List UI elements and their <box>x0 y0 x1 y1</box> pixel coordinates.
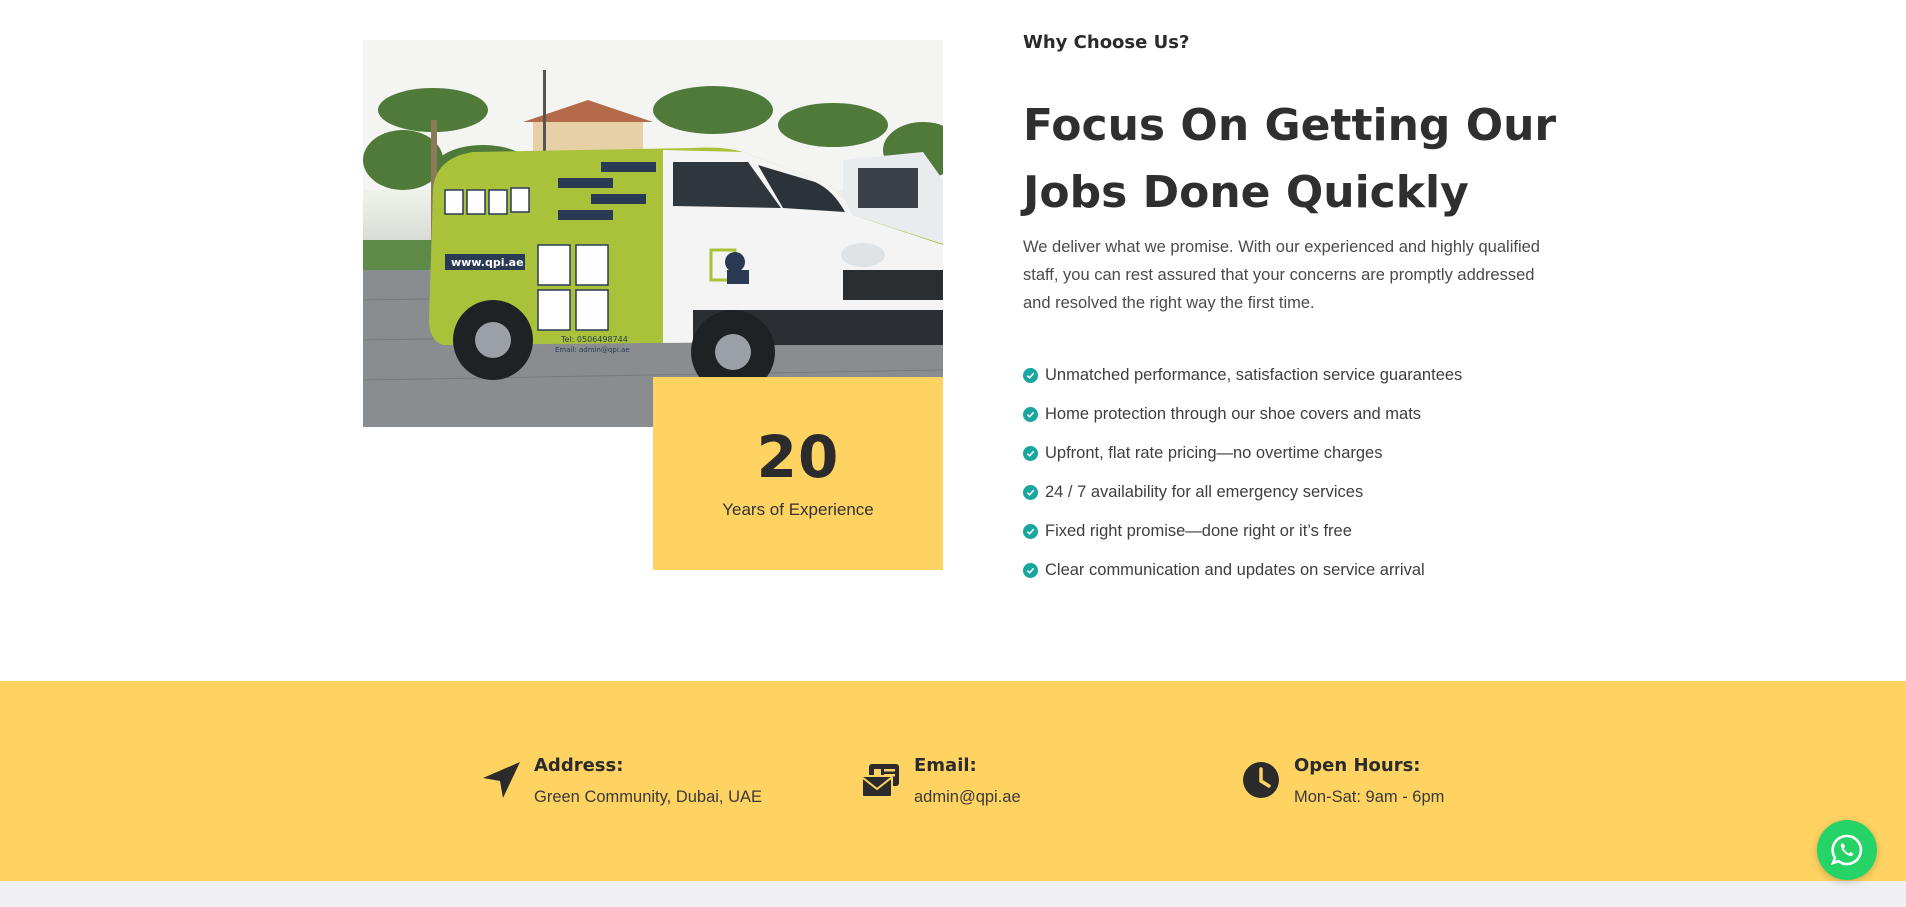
van-phone-text: Tel: 0506498744 <box>560 335 628 344</box>
why-choose-us-section: www.qpi.ae Tel: 0506498744 Email: admin@… <box>0 0 1906 680</box>
feature-item: Clear communication and updates on servi… <box>1023 551 1462 590</box>
feature-text: Home protection through our shoe covers … <box>1045 405 1422 423</box>
section-intro: We deliver what we promise. With our exp… <box>1023 238 1540 312</box>
envelope-card-icon <box>861 764 899 798</box>
email-title: Email: <box>914 755 977 776</box>
hours-title: Open Hours: <box>1294 755 1421 776</box>
footer-edge <box>0 881 1906 907</box>
check-circle-icon <box>1023 407 1038 422</box>
feature-text: Fixed right promise—done right or it’s f… <box>1045 522 1352 540</box>
address-title: Address: <box>534 755 624 776</box>
experience-badge: 20 Years of Experience <box>653 377 943 570</box>
section-eyebrow: Why Choose Us? <box>1023 32 1190 53</box>
feature-text: Unmatched performance, satisfaction serv… <box>1045 366 1463 384</box>
experience-years-number: 20 <box>756 422 840 491</box>
van-website-text: www.qpi.ae <box>451 256 524 269</box>
whatsapp-chat-button[interactable] <box>1817 820 1877 880</box>
email-value[interactable]: admin@qpi.ae <box>914 788 1021 807</box>
service-van-photo: www.qpi.ae Tel: 0506498744 Email: admin@… <box>363 40 943 427</box>
check-circle-icon <box>1023 563 1038 578</box>
section-heading: Focus On Getting Our Jobs Done Quickly <box>1023 100 1557 218</box>
check-circle-icon <box>1023 524 1038 539</box>
feature-item: 24 / 7 availability for all emergency se… <box>1023 473 1462 512</box>
check-circle-icon <box>1023 368 1038 383</box>
feature-text: Clear communication and updates on servi… <box>1045 561 1425 579</box>
feature-item: Unmatched performance, satisfaction serv… <box>1023 356 1462 395</box>
feature-list: Unmatched performance, satisfaction serv… <box>1023 356 1462 590</box>
check-circle-icon <box>1023 446 1038 461</box>
address-value: Green Community, Dubai, UAE <box>534 788 763 806</box>
contact-address: Address: Green Community, Dubai, UAE <box>480 751 762 807</box>
whatsapp-icon <box>1830 834 1863 866</box>
feature-item: Fixed right promise—done right or it’s f… <box>1023 512 1462 551</box>
hours-value: Mon-Sat: 9am - 6pm <box>1294 788 1445 806</box>
feature-item: Upfront, flat rate pricing—no overtime c… <box>1023 434 1462 473</box>
check-circle-icon <box>1023 485 1038 500</box>
location-arrow-icon <box>483 762 520 798</box>
experience-years-label: Years of Experience <box>722 499 874 519</box>
contact-info-band: Address: Green Community, Dubai, UAE Ema… <box>0 681 1906 881</box>
contact-email: Email: admin@qpi.ae <box>860 751 1021 807</box>
contact-hours: Open Hours: Mon-Sat: 9am - 6pm <box>1240 751 1444 807</box>
feature-text: Upfront, flat rate pricing—no overtime c… <box>1045 444 1383 462</box>
van-email-text: Email: admin@qpi.ae <box>555 346 630 354</box>
clock-icon <box>1243 762 1279 798</box>
feature-item: Home protection through our shoe covers … <box>1023 395 1462 434</box>
feature-text: 24 / 7 availability for all emergency se… <box>1045 483 1364 501</box>
